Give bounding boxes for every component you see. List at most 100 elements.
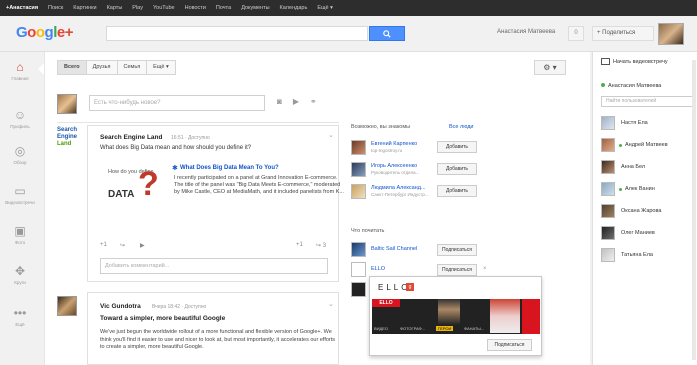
page-name[interactable]: Baltic Sail Channel [371,246,417,252]
nav-photos[interactable]: ▣ Фото [0,224,40,245]
share-icon[interactable]: ↪ [120,242,125,249]
logo-line: Engine [57,134,78,140]
nav-profile[interactable]: ☺ Профиль [0,108,40,129]
plus-one-button[interactable]: +1 [100,242,107,248]
comment-input[interactable]: Добавить комментарий... [100,258,328,274]
nav-home[interactable]: ⌂ Главная [0,60,40,81]
dismiss-icon[interactable]: × [483,266,487,272]
person-name[interactable]: Игорь Алексеенко [371,163,417,169]
post-author[interactable]: Search Engine Land [100,134,163,141]
explore-icon: ◎ [14,144,26,158]
suggested-person: Игорь Алексеенко Руководитель отдела... … [351,162,501,182]
topbar-link-docs[interactable]: Документы [241,5,269,11]
avatar[interactable] [351,162,366,177]
plus-one-count[interactable]: +1 [296,242,303,248]
nav-circles[interactable]: ✥ Круги [0,264,40,285]
post-menu-icon[interactable]: ⌄ [328,300,334,308]
add-to-circles-button[interactable]: Добавить [437,163,477,175]
photo-icon[interactable]: ◙ [277,97,282,106]
page-hovercard: ELLO g ELLO ВИДЕО ФОТОГРАФ... ГЕРОИ ФАНА… [369,276,542,356]
search-input[interactable] [106,26,368,41]
video-camera-icon [601,58,610,65]
page-avatar[interactable] [351,282,366,297]
chat-panel: Начать видеовстречу Анастасия Матвеева Н… [592,52,697,365]
page-avatar[interactable] [351,242,366,257]
tab-family[interactable]: Семья [118,61,148,74]
contact-name: Олег Маниев [621,230,655,236]
post-menu-icon[interactable]: ⌄ [328,131,334,139]
chat-contact[interactable]: Настя Ела [601,116,696,134]
nav-hangouts[interactable]: ▭ Видеовстречи [0,184,40,205]
page-name[interactable]: ELLO [371,266,385,272]
cover-photo[interactable]: ELLO ВИДЕО ФОТОГРАФ... ГЕРОИ ФАНАТЫ... [372,299,540,334]
post-meta[interactable]: 16:51 · Доступно [171,135,210,141]
link-title[interactable]: What Does Big Data Mean To You? [180,165,279,171]
topbar-link-calendar[interactable]: Календарь [280,5,308,11]
add-to-circles-button[interactable]: Добавить [437,141,477,153]
follow-button[interactable]: Подписаться [437,264,477,276]
share-count[interactable]: ↪ 3 [316,242,326,249]
topbar-link-search[interactable]: Поиск [48,5,63,11]
chat-contact[interactable]: Андрей Матвеев [601,138,696,156]
follow-button[interactable]: Подписаться [437,244,477,256]
topbar-link-more[interactable]: Ещё ▾ [317,5,333,11]
share-avatar [57,94,77,114]
author-avatar[interactable]: Search Engine Land [57,127,81,148]
search-button[interactable] [369,26,405,41]
online-status-icon [619,188,622,191]
hovercard-follow-button[interactable]: Подписаться [487,339,532,351]
chat-self-name: Анастасия Матвеева [608,83,662,89]
see-all-link[interactable]: Все люди [449,124,474,130]
nav-more[interactable]: ••• Ещё [0,306,40,327]
hangout-icon[interactable]: ▶ [140,242,145,249]
link-icon[interactable]: ⚭ [310,97,317,106]
share-input[interactable]: Есть что-нибудь новое? [89,95,265,111]
topbar-link-news[interactable]: Новости [185,5,206,11]
nav-profile-label: Профиль [10,124,30,129]
topbar-link-play[interactable]: Play [132,5,143,11]
page-avatar[interactable] [351,262,366,277]
author-avatar[interactable] [57,296,77,316]
suggested-page: Baltic Sail Channel Подписаться [351,242,501,260]
nav-explore[interactable]: ◎ Обзор [0,144,40,165]
chat-contact[interactable]: Алек Ванин [601,182,696,200]
topbar-link-mail[interactable]: Почта [216,5,231,11]
chat-search-input[interactable]: Найти пользователей [601,96,693,107]
avatar[interactable] [351,140,366,155]
chat-contact[interactable]: Анна Бел [601,160,696,178]
user-name[interactable]: Анастасия Матвеева [497,29,555,35]
home-icon: ⌂ [16,60,24,74]
post-author[interactable]: Vic Gundotra [100,303,141,310]
person-name[interactable]: Евгений Карпенко [371,141,417,147]
notifications-count[interactable]: 0 [568,26,584,41]
chat-scrollbar[interactable] [692,60,696,360]
link-preview[interactable]: How do you define DATA ? ✱ What Does Big… [102,161,344,231]
contact-name: Оксана Жарова [621,208,662,214]
topbar-link-maps[interactable]: Карты [107,5,123,11]
tab-friends[interactable]: Друзья [87,61,118,74]
topbar-link-youtube[interactable]: YouTube [153,5,175,11]
topbar-link-profile[interactable]: +Анастасия [6,5,38,11]
profile-icon: ☺ [13,108,27,122]
start-hangout-button[interactable]: Начать видеовстречу [601,58,668,65]
video-icon[interactable]: ▶ [293,97,299,106]
what-to-read-heading: Что почитать [351,228,385,234]
stream-settings-button[interactable]: ⚙ ▾ [534,60,566,75]
tab-all[interactable]: Всего [58,61,87,74]
link-thumbnail[interactable]: How do you define DATA ? [102,161,162,221]
chat-status[interactable]: Анастасия Матвеева [601,83,661,89]
topbar-link-images[interactable]: Картинки [73,5,96,11]
person-name[interactable]: Людмила Александ... [371,185,426,191]
avatar[interactable] [351,184,366,199]
chat-contact[interactable]: Татьяна Ела [601,248,696,266]
cover-image [522,299,540,334]
user-avatar[interactable] [658,23,684,45]
google-plus-logo[interactable]: Google+ [16,24,73,41]
share-button[interactable]: + Поделиться [592,26,654,41]
add-to-circles-button[interactable]: Добавить [437,185,477,197]
thumbnail-data: DATA [108,189,135,200]
chat-contact[interactable]: Оксана Жарова [601,204,696,222]
tab-more[interactable]: Ещё ▾ [147,61,175,74]
chat-contact[interactable]: Олег Маниев [601,226,696,244]
post-meta[interactable]: Вчера 18:42 · Доступно [152,304,206,310]
